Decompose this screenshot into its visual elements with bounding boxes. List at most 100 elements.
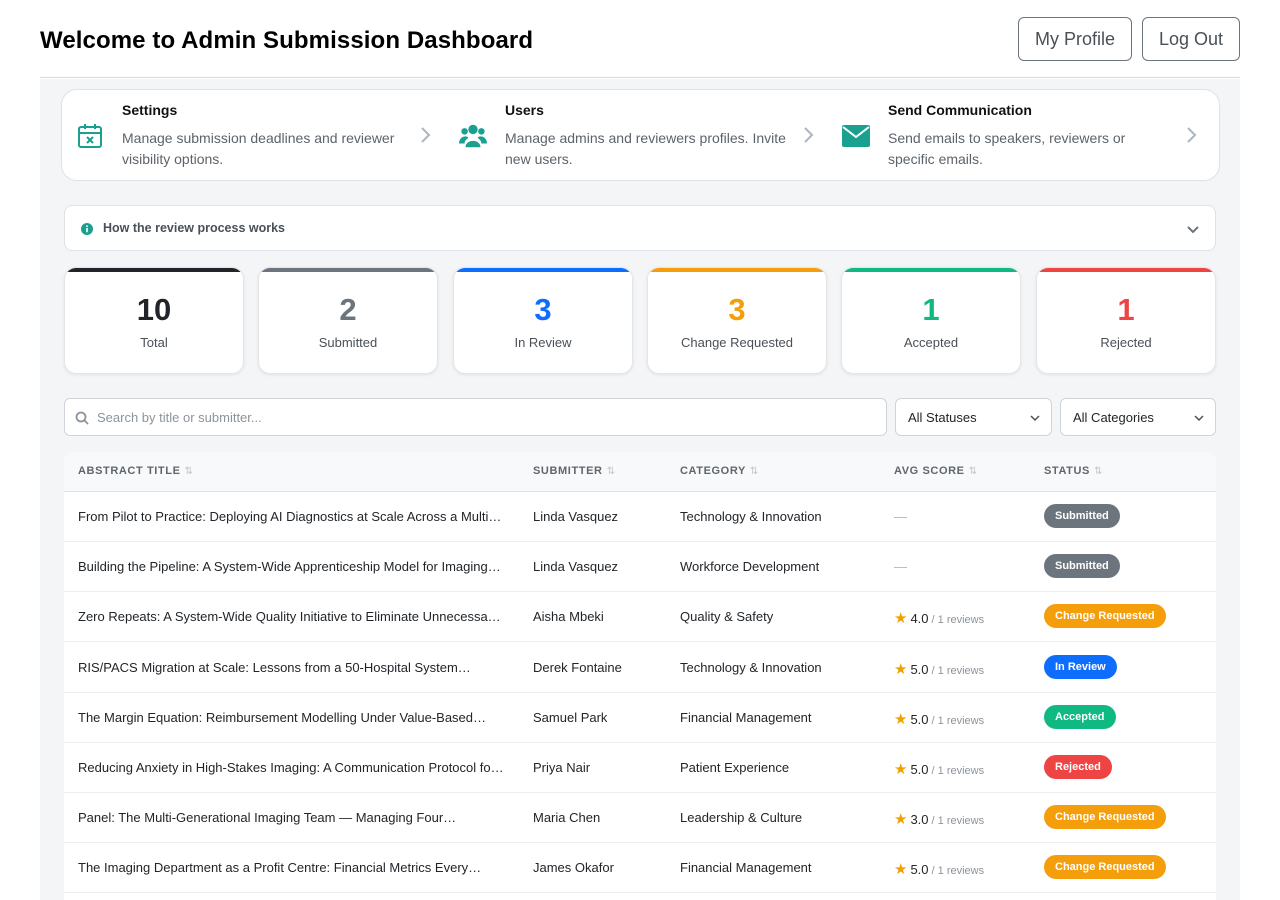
stat-card-total[interactable]: 10 Total (64, 267, 244, 374)
stat-label: Submitted (318, 335, 378, 350)
review-count: / 1 reviews (931, 714, 985, 727)
table-row[interactable]: Zero Repeats: A System-Wide Quality Init… (64, 592, 1216, 643)
table-row[interactable]: From Pilot to Practice: Deploying AI Dia… (64, 492, 1216, 542)
stat-card-in-review[interactable]: 3 In Review (453, 267, 633, 374)
star-icon: ★ (894, 811, 908, 829)
abstract-title-cell[interactable]: The Imaging Department as a Profit Centr… (78, 860, 510, 875)
status-badge: Change Requested (1044, 604, 1166, 629)
quick-link-description: Send emails to speakers, reviewers or sp… (888, 130, 1126, 167)
abstract-title-cell[interactable]: Panel: The Multi-Generational Imaging Te… (78, 810, 510, 825)
category-cell: Workforce Development (680, 559, 820, 575)
submitter-cell: Derek Fontaine (533, 659, 622, 675)
abstract-title-cell[interactable]: Reducing Anxiety in High-Stakes Imaging:… (78, 760, 510, 775)
status-badge: Change Requested (1044, 855, 1166, 880)
status-filter-select[interactable]: All Statuses (895, 398, 1052, 436)
column-header-category[interactable]: Category ⇅ (680, 465, 759, 477)
submitter-cell: Linda Vasquez (533, 509, 619, 524)
category-cell: Technology & Innovation (680, 509, 822, 524)
category-cell: Quality & Safety (680, 609, 774, 625)
review-count: / 1 reviews (931, 614, 985, 627)
sort-icon: ⇅ (1093, 466, 1103, 477)
status-cell: Accepted (1044, 704, 1116, 729)
quick-link-send-communication[interactable]: Send Communication Send emails to speake… (828, 90, 1211, 180)
score-value: 3.0 (910, 812, 929, 828)
star-icon: ★ (894, 761, 908, 778)
status-cell: Change Requested (1044, 855, 1166, 880)
column-header-submitter[interactable]: Submitter ⇅ (533, 465, 616, 477)
submitter-cell: Linda Vasquez (533, 559, 619, 575)
stat-accent-bar (259, 268, 437, 272)
status-cell: Change Requested (1044, 805, 1166, 830)
review-process-accordion[interactable]: How the review process works (64, 205, 1216, 251)
column-header-label: Submitter (533, 465, 603, 477)
status-badge: Rejected (1044, 755, 1112, 779)
chevron-right-icon (415, 125, 435, 145)
quick-link-title: Send Communication (888, 102, 1032, 118)
score-value: 5.0 (910, 762, 929, 777)
category-cell: Leadership & Culture (680, 810, 803, 826)
abstract-title-cell[interactable]: From Pilot to Practice: Deploying AI Dia… (78, 509, 510, 524)
abstract-title-cell[interactable]: RIS/PACS Migration at Scale: Lessons fro… (78, 660, 510, 675)
avg-score-cell: ★ 4.0/ 1 reviews (894, 609, 984, 627)
stat-card-accepted[interactable]: 1 Accepted (841, 267, 1021, 374)
column-header-label: Abstract Title (78, 465, 181, 477)
sort-icon: ⇅ (968, 466, 978, 477)
avg-score-cell: — (894, 509, 907, 524)
table-row[interactable]: Panel: The Multi-Generational Imaging Te… (64, 793, 1216, 844)
quick-link-settings[interactable]: Settings Manage submission deadlines and… (62, 90, 445, 180)
score-value: 4.0 (910, 611, 929, 627)
column-header-status[interactable]: Status ⇅ (1044, 465, 1103, 477)
column-header-avg-score[interactable]: Avg Score ⇅ (894, 465, 978, 477)
stat-value: 3 (728, 292, 746, 327)
stat-label: Total (140, 335, 168, 350)
stat-card-change-requested[interactable]: 3 Change Requested (647, 267, 827, 374)
status-cell: Change Requested (1044, 604, 1166, 629)
abstract-title-cell[interactable]: Building the Pipeline: A System-Wide App… (78, 559, 510, 574)
stat-accent-bar (648, 268, 826, 272)
main-content: Settings Manage submission deadlines and… (40, 79, 1240, 900)
table-row[interactable]: Reducing Anxiety in High-Stakes Imaging:… (64, 743, 1216, 793)
column-header-label: Status (1044, 465, 1090, 477)
column-header-abstract-title[interactable]: Abstract Title ⇅ (78, 465, 194, 477)
status-badge: Submitted (1044, 554, 1120, 579)
quick-link-users[interactable]: Users Manage admins and reviewers profil… (445, 90, 828, 180)
submitter-cell: James Okafor (533, 860, 614, 876)
star-icon: ★ (894, 610, 908, 628)
submitter-cell: Samuel Park (533, 709, 608, 725)
my-profile-button[interactable]: My Profile (1018, 17, 1132, 61)
table-row[interactable]: The Margin Equation: Reimbursement Model… (64, 693, 1216, 743)
submitter-cell: Priya Nair (533, 760, 591, 775)
category-filter-select[interactable]: All Categories (1060, 398, 1216, 436)
search-input[interactable] (97, 400, 877, 434)
table-row[interactable]: RIS/PACS Migration at Scale: Lessons fro… (64, 643, 1216, 693)
status-badge: Accepted (1044, 704, 1116, 729)
stat-accent-bar (1037, 268, 1215, 272)
score-value: 5.0 (910, 711, 929, 727)
category-cell: Financial Management (680, 709, 812, 725)
stat-card-submitted[interactable]: 2 Submitted (258, 267, 438, 374)
stat-label: Change Requested (680, 335, 794, 350)
envelope-icon (842, 122, 870, 150)
table-row[interactable]: The Imaging Department as a Profit Centr… (64, 843, 1216, 894)
status-filter-value: All Statuses (908, 410, 977, 425)
chevron-down-icon (1193, 412, 1205, 424)
info-icon (81, 222, 93, 235)
abstract-title-cell[interactable]: Zero Repeats: A System-Wide Quality Init… (78, 609, 510, 624)
stat-card-rejected[interactable]: 1 Rejected (1036, 267, 1216, 374)
sort-icon: ⇅ (184, 466, 194, 477)
calendar-x-icon (76, 122, 104, 150)
sort-icon: ⇅ (606, 466, 616, 477)
table-row[interactable]: Building the Pipeline: A System-Wide App… (64, 542, 1216, 593)
log-out-button[interactable]: Log Out (1142, 17, 1240, 61)
submitter-cell: Maria Chen (533, 810, 601, 826)
status-cell: Submitted (1044, 554, 1120, 579)
avg-score-cell: ★ 5.0/ 1 reviews (894, 710, 984, 728)
abstract-title-cell[interactable]: The Margin Equation: Reimbursement Model… (78, 710, 510, 725)
stat-label: In Review (514, 335, 572, 350)
category-cell: Technology & Innovation (680, 659, 822, 675)
avg-score-cell: ★ 5.0/ 1 reviews (894, 660, 984, 678)
chevron-down-icon (1029, 412, 1041, 424)
status-cell: Rejected (1044, 755, 1112, 779)
score-empty: — (894, 509, 907, 524)
stat-value: 2 (339, 292, 357, 327)
